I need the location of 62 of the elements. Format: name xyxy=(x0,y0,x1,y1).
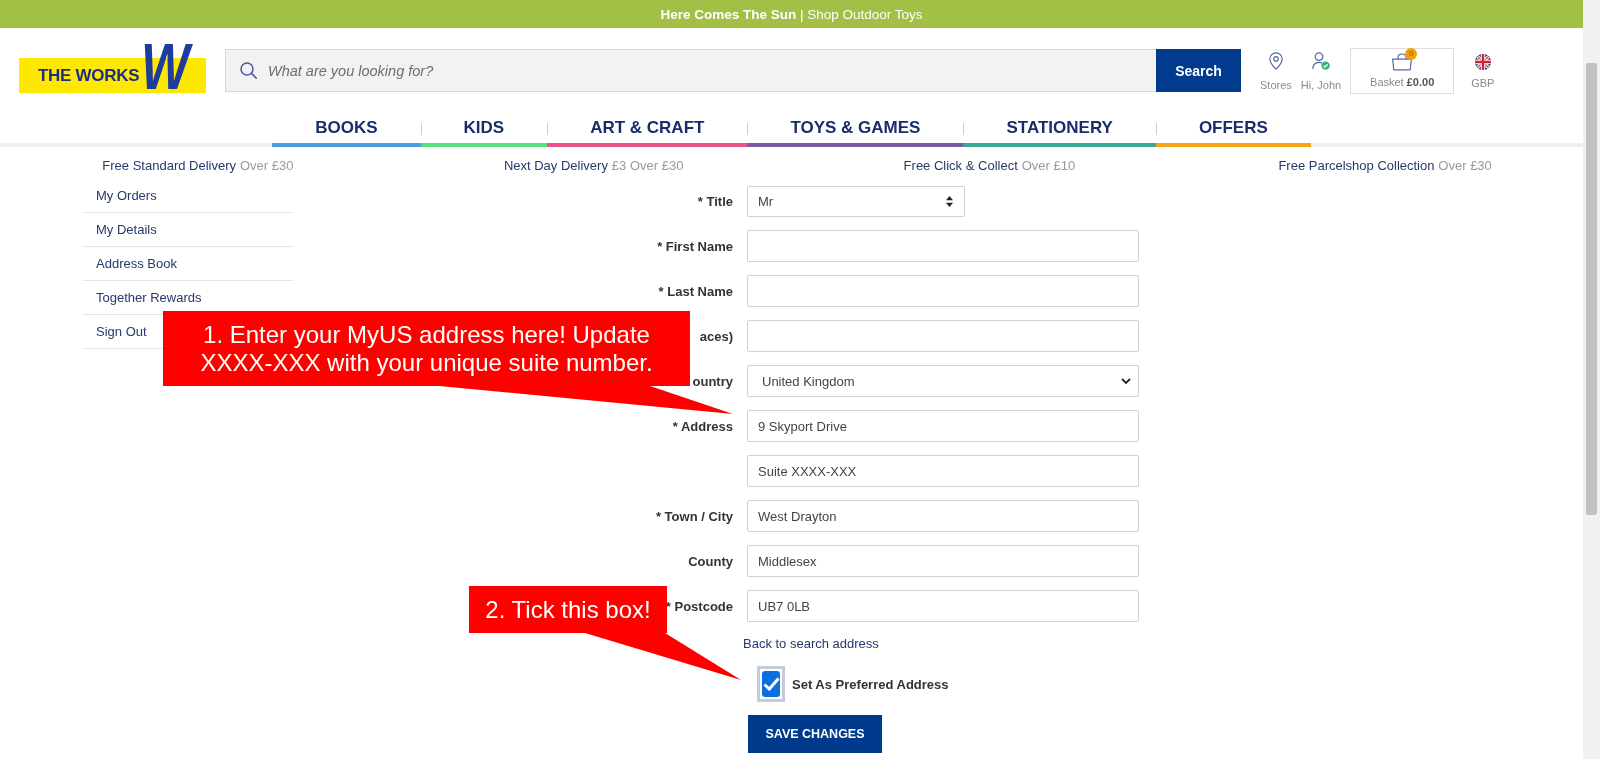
basket-count-badge: 0 xyxy=(1405,48,1418,60)
checkmark-icon xyxy=(762,677,780,691)
user-check-icon xyxy=(1311,52,1330,70)
delivery-offer: Free Click & Collect xyxy=(903,157,1018,173)
location-pin-icon xyxy=(1268,52,1283,70)
checkbox-label[interactable]: Set As Preferred Address xyxy=(792,676,949,692)
field-label: ountry xyxy=(692,373,733,389)
nav-link[interactable]: KIDS xyxy=(420,112,548,147)
text-field[interactable]: 9 Skyport Drive xyxy=(747,410,1139,442)
sidebar-link[interactable]: Sign Out xyxy=(96,324,147,339)
field-label: * Town / City xyxy=(655,508,733,524)
select-field[interactable]: Mr xyxy=(747,186,965,217)
currency-selector[interactable]: GBP xyxy=(1471,48,1495,90)
sidebar-link[interactable]: My Orders xyxy=(96,188,157,203)
select-field[interactable]: United Kingdom xyxy=(747,365,1139,397)
delivery-offer: Free Standard Delivery xyxy=(102,157,236,173)
sidebar-link[interactable]: Address Book xyxy=(96,256,177,271)
nav-link[interactable]: OFFERS xyxy=(1155,112,1311,147)
field-label: * First Name xyxy=(657,238,733,254)
text-field[interactable] xyxy=(747,275,1139,307)
nav-link[interactable]: BOOKS xyxy=(272,112,421,147)
back-to-search-link[interactable]: Back to search address xyxy=(743,635,879,653)
sidebar-link[interactable]: My Details xyxy=(96,222,157,237)
text-field[interactable]: Middlesex xyxy=(747,545,1139,577)
text-field[interactable] xyxy=(747,320,1139,352)
text-field[interactable]: UB7 0LB xyxy=(747,590,1139,622)
search-icon xyxy=(240,62,257,79)
delivery-offer: Free Parcelshop Collection xyxy=(1278,157,1435,173)
basket-icon xyxy=(1391,53,1414,71)
search-button[interactable]: Search xyxy=(1156,49,1241,92)
delivery-offer: Next Day Delivery xyxy=(503,157,608,173)
delivery-condition: £3 Over £30 xyxy=(611,157,684,173)
basket-button[interactable]: 0 Basket £0.00 xyxy=(1350,48,1455,94)
delivery-condition: Over £30 xyxy=(1438,157,1492,173)
stores-link[interactable]: Stores xyxy=(1260,48,1292,92)
promo-banner-text: Here Comes The Sun | Shop Outdoor Toys xyxy=(660,6,923,22)
sidebar-link[interactable]: Together Rewards xyxy=(96,290,202,305)
scrollbar-track[interactable] xyxy=(1583,0,1600,759)
nav-link[interactable]: TOYS & GAMES xyxy=(747,112,964,147)
checkbox[interactable] xyxy=(757,666,785,702)
field-label: aces) xyxy=(699,328,733,344)
callout-text: 1. Enter your MyUS address here! Update XXXX-XXX with your unique suite number. xyxy=(199,320,654,377)
save-changes-button[interactable]: SAVE CHANGES xyxy=(748,715,882,753)
field-label: * Last Name xyxy=(658,283,733,299)
field-label: County xyxy=(688,553,733,569)
field-label: * Title xyxy=(697,194,733,209)
nav-link[interactable]: ART & CRAFT xyxy=(547,112,748,147)
logo-text: THE WORKS xyxy=(38,65,140,86)
callout-text: 2. Tick this box! xyxy=(485,595,651,624)
text-field[interactable] xyxy=(747,230,1139,262)
search-field[interactable]: What are you looking for? xyxy=(225,49,1156,92)
delivery-condition: Over £10 xyxy=(1021,157,1076,173)
account-link[interactable]: Hi, John xyxy=(1300,48,1342,92)
flag-icon xyxy=(1474,54,1491,70)
text-field[interactable]: West Drayton xyxy=(747,500,1139,532)
field-label: * Address xyxy=(672,418,733,434)
nav-link[interactable]: STATIONERY xyxy=(963,112,1156,147)
delivery-condition: Over £30 xyxy=(239,157,294,173)
sort-arrows-icon xyxy=(946,196,953,207)
chevron-down-icon xyxy=(1121,378,1131,384)
text-field[interactable]: Suite XXXX-XXX xyxy=(747,455,1139,487)
scrollbar-thumb[interactable] xyxy=(1586,63,1597,515)
